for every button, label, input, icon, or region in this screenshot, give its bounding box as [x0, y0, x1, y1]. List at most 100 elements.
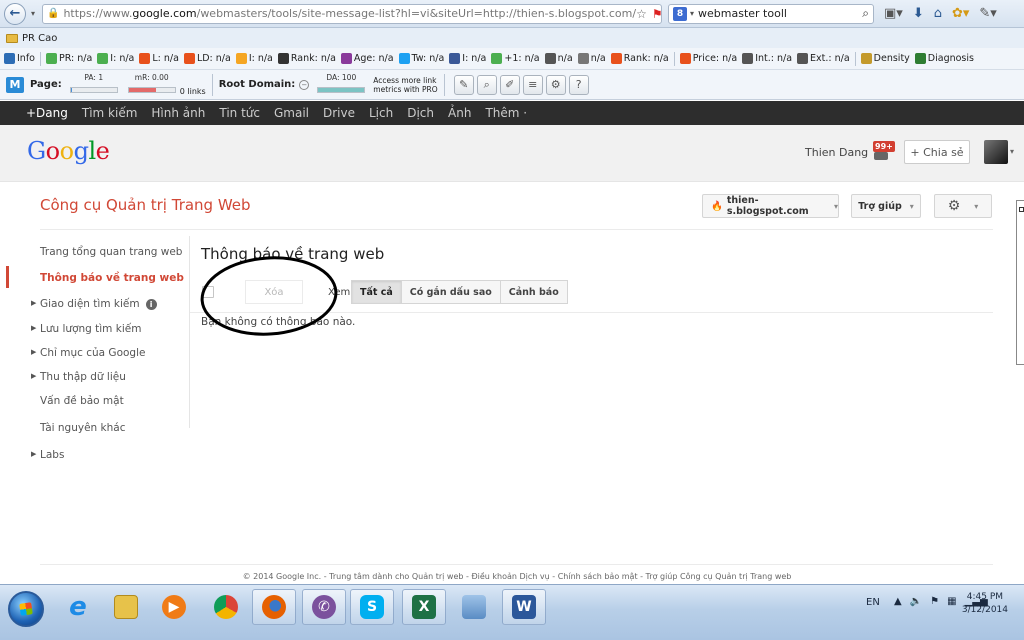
moz-logo-icon[interactable]: M [6, 76, 24, 93]
footer-links[interactable]: © 2014 Google Inc. - Trung tâm dành cho … [0, 572, 1024, 581]
seo-toolbar-item[interactable]: Info [4, 53, 35, 64]
network-device-icon[interactable]: ▦ [947, 596, 956, 607]
google-bar-item[interactable]: +Dang [26, 106, 68, 120]
star-icon[interactable]: ☆ [636, 7, 647, 21]
sidebar-item-site-messages[interactable]: Thông báo về trang web [40, 272, 184, 284]
google-logo[interactable]: Google [27, 137, 110, 165]
divider [40, 564, 993, 565]
seo-toolbar-item[interactable]: PR: n/a [45, 53, 92, 64]
wrench-icon[interactable]: ✎ [453, 74, 474, 95]
seo-toolbar-item[interactable]: Tw: n/a [398, 53, 444, 64]
home-icon[interactable]: ⌂ [934, 6, 942, 21]
seo-metric-label: n/a [557, 53, 573, 64]
sidebar-item-google-index[interactable]: ▶ Chỉ mục của Google [31, 347, 145, 359]
seo-toolbar-item[interactable]: +1: n/a [491, 53, 540, 64]
download-icon[interactable]: ⬇ [913, 6, 924, 21]
seo-toolbar-item[interactable]: I: n/a [235, 53, 273, 64]
user-name[interactable]: Thien Dang [805, 146, 868, 159]
search-icon[interactable]: ⌕ [862, 6, 869, 21]
taskbar-word[interactable]: W [502, 589, 546, 625]
clock[interactable]: 4:45 PM 3/12/2014 [962, 591, 1008, 617]
seo-toolbar-item[interactable]: Price: n/a [679, 53, 737, 64]
search-engine-icon[interactable]: 8 [673, 6, 687, 21]
seo-toolbar-item[interactable]: LD: n/a [183, 53, 231, 64]
sidebar-item-dashboard[interactable]: Trang tổng quan trang web [40, 246, 182, 258]
google-bar-item[interactable]: Ảnh [448, 106, 471, 120]
volume-icon[interactable]: 🔈 [910, 596, 922, 607]
sidebar-item-search-traffic[interactable]: ▶ Lưu lượng tìm kiếm [31, 323, 141, 335]
sidebar-item-other-resources[interactable]: Tài nguyên khác [40, 422, 125, 434]
seo-toolbar-item[interactable]: n/a [577, 53, 606, 64]
seo-toolbar-item[interactable]: Int.: n/a [742, 53, 792, 64]
sidebar-item-crawl[interactable]: ▶ Thu thập dữ liệu [31, 371, 126, 383]
side-panel-edge[interactable] [1016, 200, 1024, 365]
seo-toolbar-item[interactable]: Density [860, 53, 910, 64]
taskbar-ie[interactable]: e [56, 589, 100, 625]
show-hidden-icons-icon[interactable]: ▲ [894, 596, 902, 607]
settings-button[interactable]: ⚙ ▾ [934, 194, 992, 218]
seo-toolbar-item[interactable]: I: n/a [449, 53, 486, 64]
taskbar-app[interactable] [452, 589, 496, 625]
help-icon[interactable]: ? [568, 74, 589, 95]
search-input[interactable]: webmaster tooll [698, 7, 862, 20]
seo-toolbar-item[interactable]: Rank: n/a [610, 53, 669, 64]
addon-icon[interactable]: ✿▾ [952, 6, 969, 21]
avatar-dropdown-icon[interactable]: ▾ [1010, 147, 1014, 156]
lock-icon: 🔒 [47, 8, 60, 19]
google-bar-item[interactable]: Gmail [274, 106, 309, 120]
seo-toolbar-item[interactable]: L: n/a [139, 53, 179, 64]
google-bar-item[interactable]: Tìm kiếm [82, 106, 138, 120]
start-button[interactable] [8, 591, 44, 627]
sidebar-item-search-appearance[interactable]: ▶ Giao diện tìm kiếm i [31, 298, 157, 310]
taskbar-firefox[interactable] [252, 589, 296, 625]
google-bar-item[interactable]: Lịch [369, 106, 393, 120]
taskbar-excel[interactable]: X [402, 589, 446, 625]
seo-toolbar-item[interactable]: Ext.: n/a [797, 53, 850, 64]
filter-starred-button[interactable]: Có gắn dấu sao [400, 280, 501, 304]
bookmark-folder-pr-cao[interactable]: PR Cao [22, 33, 57, 44]
google-bar-item[interactable]: Dịch [407, 106, 434, 120]
avatar[interactable] [984, 140, 1008, 164]
flag-icon[interactable]: ⚑ [652, 7, 661, 21]
seo-toolbar-item[interactable]: Age: n/a [340, 53, 394, 64]
seo-toolbar-item[interactable]: Rank: n/a [277, 53, 336, 64]
back-button[interactable]: ← [4, 2, 26, 25]
seo-toolbar-item[interactable]: I: n/a [97, 53, 134, 64]
minus-circle-icon[interactable]: − [299, 79, 310, 90]
taskbar-explorer[interactable] [104, 589, 148, 625]
google-bar-item[interactable]: Drive [323, 106, 355, 120]
site-selector[interactable]: 🔥 thien-s.blogspot.com ▾ [702, 194, 839, 218]
filter-all-button[interactable]: Tất cả [351, 280, 402, 304]
webmaster-tools-title[interactable]: Công cụ Quản trị Trang Web [40, 196, 251, 214]
action-center-flag-icon[interactable]: ⚑ [930, 596, 939, 607]
taskbar-media-player[interactable]: ▶ [152, 589, 196, 625]
google-bar-item[interactable]: Thêm · [485, 106, 527, 120]
info-icon[interactable]: i [145, 299, 157, 310]
google-bar-item[interactable]: Hình ảnh [151, 106, 205, 120]
magnifier-icon[interactable]: ⌕ [476, 74, 497, 95]
sidebar-item-labs[interactable]: ▶ Labs [31, 449, 64, 461]
sidebar-item-security-issues[interactable]: Vấn đề bảo mật [40, 395, 124, 407]
notification-bell[interactable]: 99+ [870, 141, 895, 163]
language-indicator[interactable]: EN [866, 597, 880, 608]
moz-pro-promo[interactable]: Access more link metrics with PRO [373, 76, 437, 94]
history-dropdown-icon[interactable]: ▾ [28, 9, 38, 18]
excel-icon: X [412, 595, 436, 619]
google-bar-item[interactable]: Tin tức [219, 106, 260, 120]
taskbar-skype[interactable]: S [350, 589, 394, 625]
seo-toolbar-item[interactable]: n/a [544, 53, 573, 64]
taskbar-viber[interactable]: ✆ [302, 589, 346, 625]
share-button[interactable]: + Chia sẻ [904, 140, 970, 164]
taskbar-chrome[interactable] [204, 589, 248, 625]
address-bar[interactable]: 🔒 https://www. google.com/webmasters/tool… [42, 3, 662, 24]
search-box[interactable]: 8 ▾ webmaster tooll ⌕ [668, 3, 874, 24]
pencil-icon[interactable]: ✐ [499, 74, 520, 95]
bookmark-menu-icon[interactable]: ▣▾ [884, 6, 903, 21]
search-engine-dropdown-icon[interactable]: ▾ [690, 9, 694, 18]
seo-toolbar-item[interactable]: Diagnosis [914, 53, 974, 64]
help-button[interactable]: Trợ giúp ▾ [851, 194, 921, 218]
flag-us-icon[interactable]: ≡ [522, 74, 543, 95]
settings-gear-icon[interactable]: ⚙ [545, 74, 566, 95]
filter-alerts-button[interactable]: Cảnh báo [499, 280, 568, 304]
tools-icon[interactable]: ✎▾ [979, 6, 996, 21]
